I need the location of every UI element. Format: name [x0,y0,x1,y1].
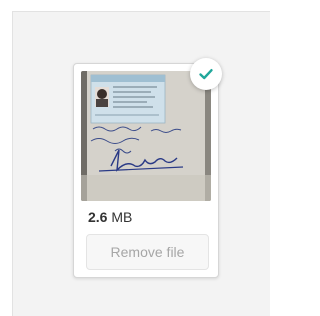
checkmark-icon [199,69,213,80]
file-size-value: 2.6 [88,209,108,225]
file-thumbnail [81,71,211,201]
upload-panel: 2.6 MB Remove file [0,0,270,316]
file-preview-card: 2.6 MB Remove file [73,58,222,278]
file-size: 2.6 MB [88,209,132,225]
document-photo-thumbnail [81,71,211,201]
remove-file-button[interactable]: Remove file [86,234,209,270]
file-size-unit: MB [111,209,133,225]
upload-success-badge [190,58,222,90]
